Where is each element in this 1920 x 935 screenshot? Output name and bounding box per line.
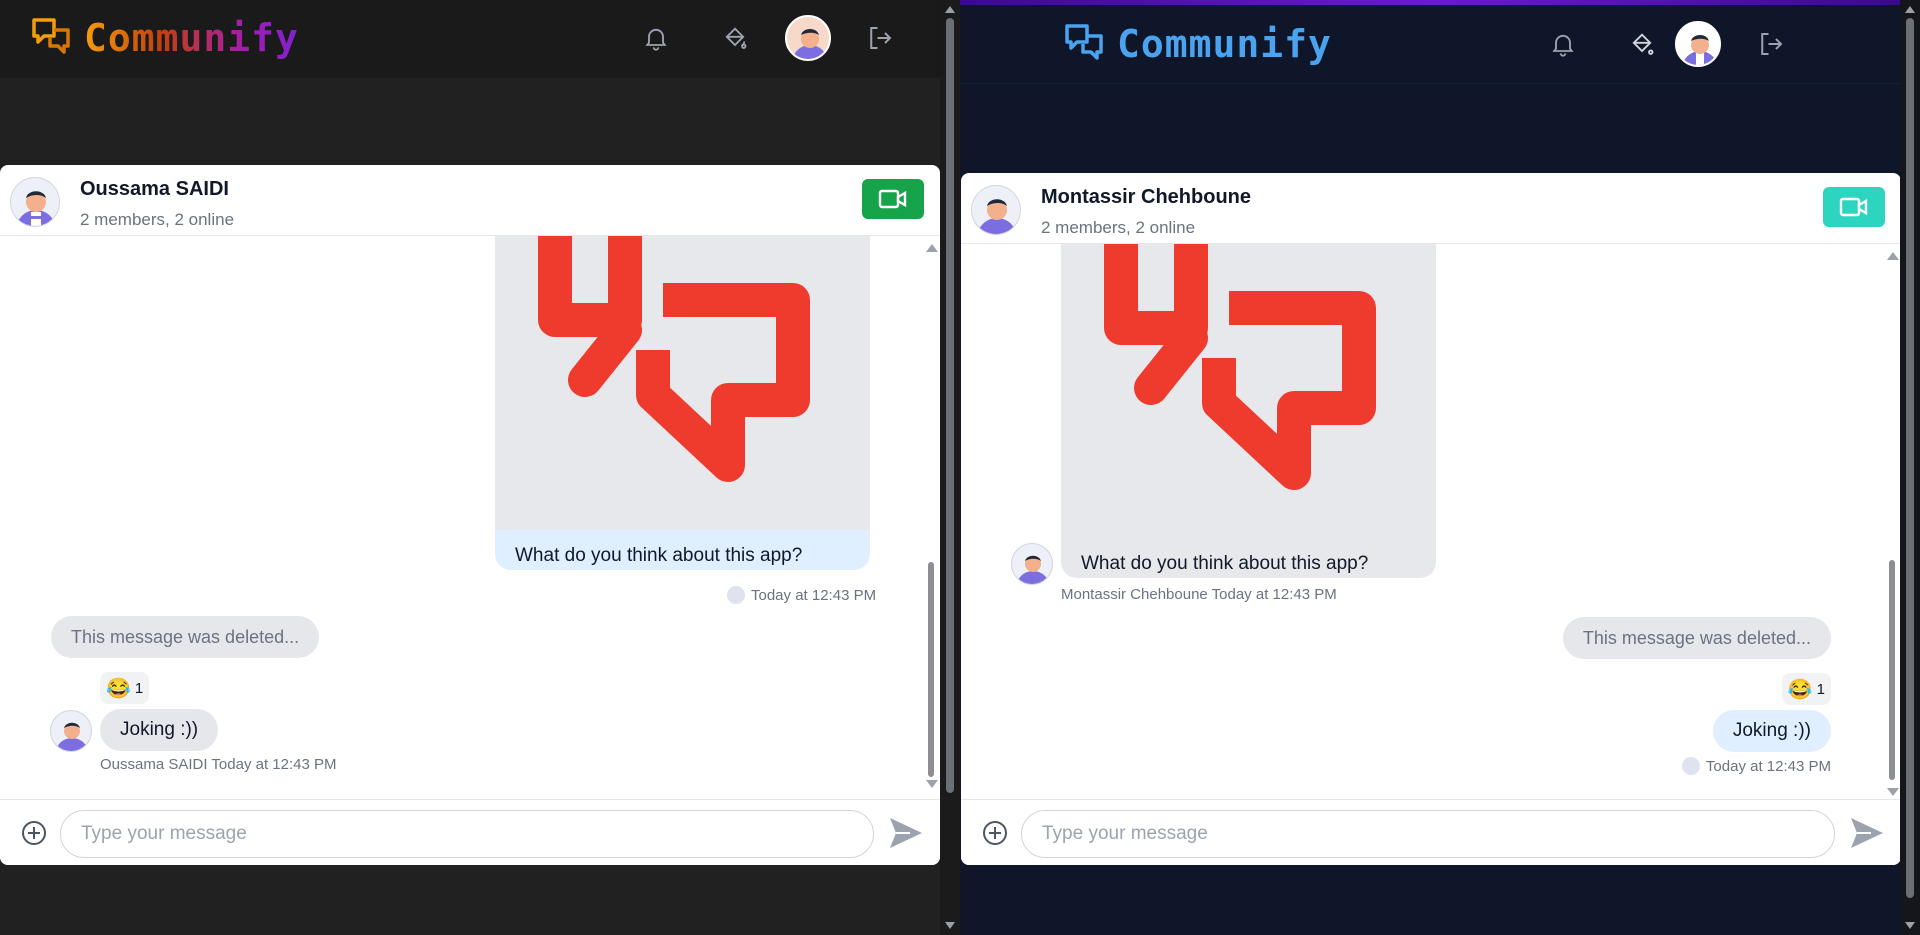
image-message[interactable]: What do you think about this app? xyxy=(1061,244,1436,578)
video-call-button[interactable] xyxy=(862,179,924,219)
user-avatar[interactable] xyxy=(1675,21,1721,67)
reaction-chip[interactable]: 😂 1 xyxy=(1781,673,1831,705)
sender-avatar[interactable] xyxy=(50,710,92,752)
scroll-down-arrow[interactable] xyxy=(926,780,938,788)
message-scrollbar[interactable] xyxy=(925,242,938,790)
chat-header: Oussama SAIDI 2 members, 2 online xyxy=(0,165,940,236)
image-message-meta: Today at 12:43 PM xyxy=(727,586,876,604)
scroll-thumb[interactable] xyxy=(928,562,934,777)
chat-window: Oussama SAIDI 2 members, 2 online What d… xyxy=(0,165,940,865)
navbar: Communify xyxy=(0,0,940,78)
video-camera-icon xyxy=(1839,197,1868,217)
scroll-up-arrow[interactable] xyxy=(1905,6,1915,13)
right-window-scrollbar[interactable] xyxy=(1900,0,1920,935)
contact-avatar[interactable] xyxy=(10,177,60,227)
scroll-up-arrow[interactable] xyxy=(945,6,955,13)
brand[interactable]: Communify xyxy=(30,16,299,60)
chat-title: Montassir Chehboune xyxy=(1041,186,1252,208)
reaction-chip[interactable]: 😂 1 xyxy=(100,672,150,704)
laughing-emoji-icon: 😂 xyxy=(1787,678,1813,701)
sender-mini-avatar xyxy=(727,586,745,604)
app-logo-image xyxy=(495,236,870,530)
user-avatar[interactable] xyxy=(785,15,831,61)
navbar: Communify xyxy=(960,6,1900,84)
image-message[interactable]: What do you think about this app? xyxy=(495,236,870,570)
paint-bucket-icon[interactable] xyxy=(1624,26,1660,62)
top-accent-stripe xyxy=(960,0,1900,5)
message-scrollbar[interactable] xyxy=(1886,250,1899,798)
bell-icon[interactable] xyxy=(1545,26,1581,62)
members-status: 2 members, 2 online xyxy=(80,210,235,229)
chat-header: Montassir Chehboune 2 members, 2 online xyxy=(961,173,1900,244)
deleted-message: This message was deleted... xyxy=(1562,617,1831,659)
app-logo-image xyxy=(1061,244,1436,538)
message-list[interactable]: What do you think about this app? Montas… xyxy=(961,244,1900,804)
message-composer xyxy=(961,799,1900,865)
message-input[interactable] xyxy=(1021,810,1835,858)
logout-icon[interactable] xyxy=(862,20,898,56)
laughing-emoji-icon: 😂 xyxy=(106,677,131,700)
plus-circle-icon[interactable] xyxy=(981,819,1009,847)
brand[interactable]: Communify xyxy=(1063,22,1332,66)
message-timestamp: Today at 12:43 PM xyxy=(751,586,877,604)
members-status: 2 members, 2 online xyxy=(1041,218,1196,237)
right-window: Communify Montassir Chehboune 2 members,… xyxy=(960,0,1900,935)
image-caption: What do you think about this app? xyxy=(1081,553,1369,574)
send-icon[interactable] xyxy=(888,816,924,850)
message-list[interactable]: What do you think about this app? Today … xyxy=(0,236,940,796)
video-camera-icon xyxy=(878,189,907,209)
chat-bubbles-icon xyxy=(32,18,70,54)
video-call-button[interactable] xyxy=(1823,187,1885,227)
scroll-up-arrow[interactable] xyxy=(1887,252,1899,260)
scroll-thumb[interactable] xyxy=(1889,560,1895,780)
brand-name: Communify xyxy=(1117,22,1332,66)
reply-meta: Today at 12:43 PM xyxy=(1681,757,1831,775)
reply-meta: Oussama SAIDI Today at 12:43 PM xyxy=(100,756,337,773)
scroll-down-arrow[interactable] xyxy=(945,922,955,929)
brand-name: Communify xyxy=(84,16,299,60)
deleted-message: This message was deleted... xyxy=(51,616,320,658)
scroll-up-arrow[interactable] xyxy=(926,244,938,252)
chat-bubbles-icon xyxy=(1065,24,1103,60)
reply-bubble[interactable]: Joking :)) xyxy=(1712,710,1831,752)
message-timestamp: Today at 12:43 PM xyxy=(1705,757,1831,775)
left-window: Communify Oussama SAIDI 2 members, 2 onl… xyxy=(0,0,940,935)
chat-window: Montassir Chehboune 2 members, 2 online … xyxy=(961,173,1900,865)
contact-avatar[interactable] xyxy=(971,185,1021,235)
bell-icon[interactable] xyxy=(638,20,674,56)
scroll-thumb[interactable] xyxy=(1906,18,1914,898)
plus-circle-icon[interactable] xyxy=(20,819,48,847)
logout-icon[interactable] xyxy=(1753,26,1789,62)
chat-title: Oussama SAIDI xyxy=(80,178,229,200)
message-composer xyxy=(0,799,940,865)
scroll-down-arrow[interactable] xyxy=(1887,788,1899,796)
sender-avatar[interactable] xyxy=(1011,543,1053,585)
reply-bubble[interactable]: Joking :)) xyxy=(100,709,219,751)
message-input[interactable] xyxy=(60,810,874,858)
reaction-count: 1 xyxy=(134,679,144,697)
left-window-scrollbar[interactable] xyxy=(940,0,960,935)
scroll-down-arrow[interactable] xyxy=(1905,922,1915,929)
image-caption: What do you think about this app? xyxy=(515,545,803,566)
sender-mini-avatar xyxy=(1681,757,1700,775)
paint-bucket-icon[interactable] xyxy=(717,20,753,56)
image-message-meta: Montassir Chehboune Today at 12:43 PM xyxy=(1061,586,1337,603)
send-icon[interactable] xyxy=(1849,816,1885,850)
reaction-count: 1 xyxy=(1816,680,1825,698)
scroll-thumb[interactable] xyxy=(946,18,954,793)
